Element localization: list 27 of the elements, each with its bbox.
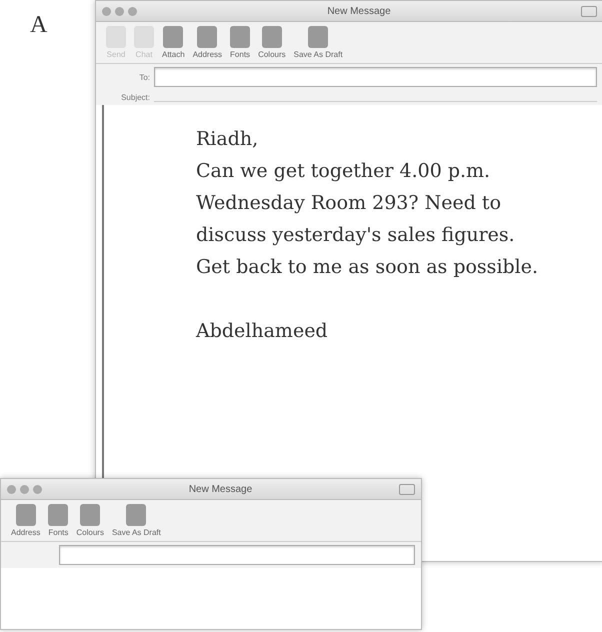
window-title: New Message (326, 6, 392, 16)
signature: Abdelhameed (196, 319, 329, 344)
toolbar-toggle-icon[interactable] (581, 6, 597, 16)
zoom-icon[interactable] (33, 484, 42, 494)
input-field[interactable] (154, 67, 597, 87)
message-line: discuss yesterday's sales figures. (196, 223, 516, 248)
message-line: Riadh, (196, 127, 260, 152)
field-label: Subject: (120, 93, 150, 102)
message-line: Get back to me as soon as possible. (196, 255, 540, 280)
toolbar-button[interactable]: Colours (76, 504, 104, 537)
close-icon[interactable] (7, 484, 16, 494)
close-icon[interactable] (102, 6, 111, 16)
figure-label: A (30, 12, 48, 39)
window-title: New Message (188, 484, 254, 494)
toolbar-toggle-icon[interactable] (399, 484, 415, 494)
toolbar-button[interactable]: Save As Draft (294, 26, 343, 59)
message-line: Wednesday Room 293? Need to (196, 191, 502, 216)
input-field[interactable] (59, 545, 415, 565)
toolbar-button[interactable]: Address (11, 504, 40, 537)
toolbar-button[interactable]: Address (192, 26, 222, 59)
minimize-icon[interactable] (115, 6, 124, 16)
toolbar-button[interactable]: Save As Draft (112, 504, 161, 537)
message-line: Can we get together 4.00 p.m. (196, 159, 492, 184)
toolbar-button[interactable]: Colours (258, 26, 286, 59)
zoom-icon[interactable] (128, 6, 137, 16)
minimize-icon[interactable] (20, 484, 29, 494)
field-label: To: (138, 72, 150, 82)
